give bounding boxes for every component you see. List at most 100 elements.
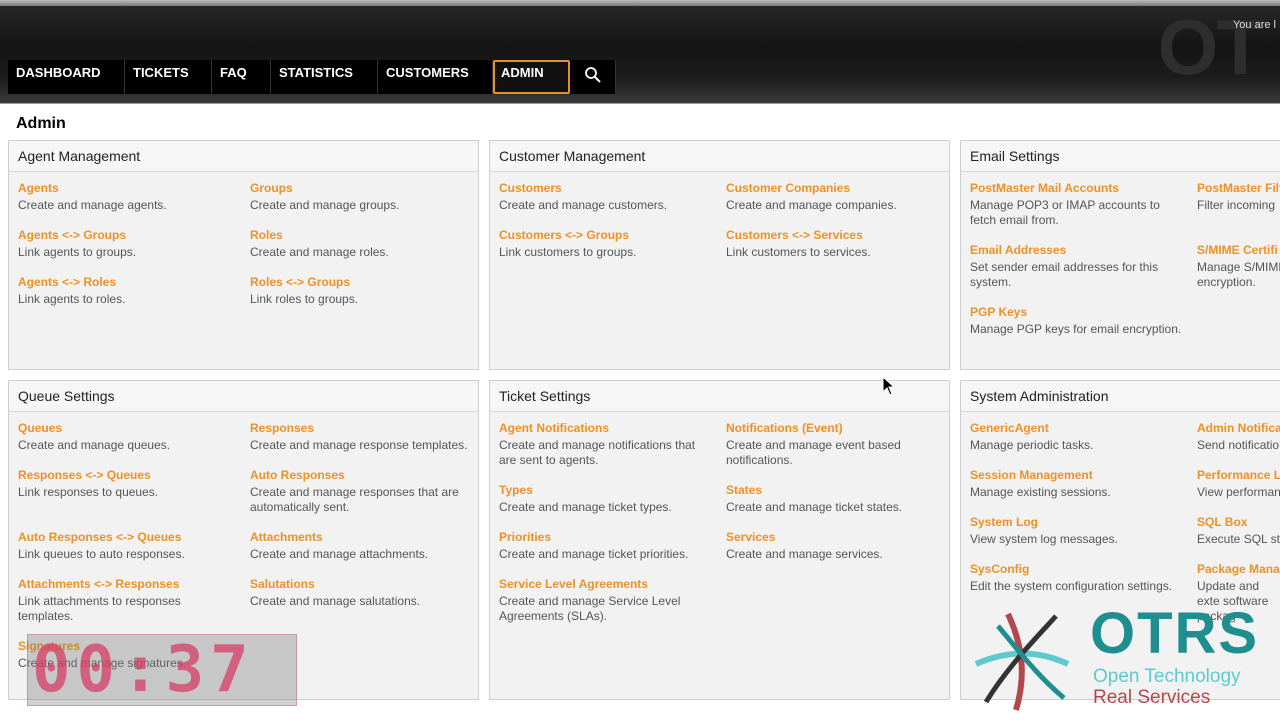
nav-search-button[interactable] bbox=[570, 60, 616, 94]
entry-description: Link customers to groups. bbox=[499, 245, 637, 259]
entry-description: Manage PGP keys for email encryption. bbox=[970, 322, 1182, 336]
entry-link[interactable]: Salutations bbox=[250, 577, 470, 592]
entry-link[interactable]: Agents <-> Roles bbox=[18, 275, 238, 290]
entry-description: Create and manage customers. bbox=[499, 198, 668, 212]
entry-link[interactable]: Attachments <-> Responses bbox=[18, 577, 238, 592]
page-title: Admin bbox=[16, 115, 66, 132]
nav-faq[interactable]: FAQ bbox=[212, 60, 271, 94]
entry-link[interactable]: Email Addresses bbox=[970, 243, 1175, 258]
entry-description: Link queues to auto responses. bbox=[18, 547, 185, 561]
entry-description: Create and manage groups. bbox=[250, 198, 400, 212]
entry-link[interactable]: Roles <-> Groups bbox=[250, 275, 470, 290]
entry-link[interactable]: SysConfig bbox=[970, 562, 1195, 577]
entry-description: Link agents to roles. bbox=[18, 292, 126, 306]
entry-link[interactable]: Agent Notifications bbox=[499, 421, 709, 436]
nav-admin[interactable]: ADMIN bbox=[493, 60, 570, 94]
entry-link[interactable]: Groups bbox=[250, 181, 470, 196]
main-nav: DASHBOARD TICKETS FAQ STATISTICS CUSTOME… bbox=[8, 60, 616, 94]
admin-entry-agent-notifications: Agent Notifications Create and manage not… bbox=[499, 421, 709, 468]
entry-link[interactable]: Performance L bbox=[1197, 468, 1280, 483]
entry-link[interactable]: Attachments bbox=[250, 530, 470, 545]
admin-entry-customers-services: Customers <-> Services Link customers to … bbox=[726, 228, 946, 260]
admin-entry-auto-responses-queues: Auto Responses <-> Queues Link queues to … bbox=[18, 530, 238, 562]
admin-entry-auto-responses: Auto Responses Create and manage response… bbox=[250, 468, 470, 515]
admin-entry-agents-groups: Agents <-> Groups Link agents to groups. bbox=[18, 228, 238, 260]
nav-tickets[interactable]: TICKETS bbox=[125, 60, 212, 94]
entry-link[interactable]: System Log bbox=[970, 515, 1190, 530]
panel-title: Email Settings bbox=[961, 141, 1280, 172]
entry-link[interactable]: Queues bbox=[18, 421, 238, 436]
entry-description: Manage existing sessions. bbox=[970, 485, 1111, 499]
nav-customers[interactable]: CUSTOMERS bbox=[378, 60, 493, 94]
admin-entry-responses-queues: Responses <-> Queues Link responses to qu… bbox=[18, 468, 238, 500]
entry-link[interactable]: GenericAgent bbox=[970, 421, 1190, 436]
entry-link[interactable]: SQL Box bbox=[1197, 515, 1280, 530]
entry-link[interactable]: Customers <-> Groups bbox=[499, 228, 719, 243]
window-top-edge bbox=[0, 0, 1280, 6]
entry-link[interactable]: States bbox=[726, 483, 946, 498]
entry-description: Create and manage notifications that are… bbox=[499, 438, 696, 467]
otrs-logo-mark-icon bbox=[974, 612, 1070, 711]
admin-entry-attachments: Attachments Create and manage attachments… bbox=[250, 530, 470, 562]
admin-entry-roles: Roles Create and manage roles. bbox=[250, 228, 470, 260]
admin-entry-roles-groups: Roles <-> Groups Link roles to groups. bbox=[250, 275, 470, 307]
panel-title: Agent Management bbox=[9, 141, 478, 172]
entry-description: Create and manage event based notificati… bbox=[726, 438, 901, 467]
entry-link[interactable]: Responses bbox=[250, 421, 470, 436]
entry-link[interactable]: PostMaster Mail Accounts bbox=[970, 181, 1175, 196]
entry-link[interactable]: Admin Notifica bbox=[1197, 421, 1280, 436]
panel-title: Queue Settings bbox=[9, 381, 478, 412]
nav-statistics[interactable]: STATISTICS bbox=[271, 60, 378, 94]
entry-link[interactable]: Services bbox=[726, 530, 946, 545]
mouse-pointer-icon bbox=[882, 376, 896, 396]
entry-link[interactable]: PGP Keys bbox=[970, 305, 1200, 320]
entry-description: Link agents to groups. bbox=[18, 245, 137, 259]
entry-link[interactable]: PostMaster Filt bbox=[1197, 181, 1280, 196]
entry-link[interactable]: Agents bbox=[18, 181, 238, 196]
entry-link[interactable]: S/MIME Certifi bbox=[1197, 243, 1280, 258]
user-status-text: You are l bbox=[1232, 19, 1276, 31]
entry-link[interactable]: Customers bbox=[499, 181, 719, 196]
otrs-logo: OTRS Open Technology Real Services bbox=[968, 600, 1280, 720]
entry-description: Create and manage Service Level Agreemen… bbox=[499, 594, 681, 623]
admin-entry-services: Services Create and manage services. bbox=[726, 530, 946, 562]
entry-link[interactable]: Auto Responses <-> Queues bbox=[18, 530, 238, 545]
admin-entry-groups: Groups Create and manage groups. bbox=[250, 181, 470, 213]
entry-link[interactable]: Session Management bbox=[970, 468, 1190, 483]
entry-description: Link roles to groups. bbox=[250, 292, 359, 306]
entry-link[interactable]: Types bbox=[499, 483, 719, 498]
entry-description: Edit the system configuration settings. bbox=[970, 579, 1173, 593]
admin-entry-agents-roles: Agents <-> Roles Link agents to roles. bbox=[18, 275, 238, 307]
entry-description: Manage POP3 or IMAP accounts to fetch em… bbox=[970, 198, 1160, 227]
entry-link[interactable]: Customer Companies bbox=[726, 181, 946, 196]
admin-entry-postmaster-filters: PostMaster Filt Filter incoming bbox=[1197, 181, 1280, 213]
entry-link[interactable]: Package Mana bbox=[1197, 562, 1280, 577]
admin-entry-smime-certificates: S/MIME Certifi Manage S/MIME encryption. bbox=[1197, 243, 1280, 290]
entry-description: Create and manage services. bbox=[726, 547, 883, 561]
admin-entry-postmaster-mail-accounts: PostMaster Mail Accounts Manage POP3 or I… bbox=[970, 181, 1175, 228]
entry-link[interactable]: Notifications (Event) bbox=[726, 421, 936, 436]
panel-title: System Administration bbox=[961, 381, 1280, 412]
panel-agent-management: Agent Management Agents Create and manage… bbox=[8, 140, 479, 370]
nav-dashboard[interactable]: DASHBOARD bbox=[8, 60, 125, 94]
entry-description: Set sender email addresses for this syst… bbox=[970, 260, 1159, 289]
entry-description: Create and manage agents. bbox=[18, 198, 167, 212]
entry-link[interactable]: Responses <-> Queues bbox=[18, 468, 238, 483]
entry-link[interactable]: Customers <-> Services bbox=[726, 228, 946, 243]
entry-description: Manage S/MIME encryption. bbox=[1197, 260, 1280, 289]
entry-description: Filter incoming bbox=[1197, 198, 1276, 212]
entry-description: Execute SQL sta bbox=[1197, 532, 1280, 546]
otrs-logo-tagline-2: Real Services bbox=[1093, 687, 1211, 708]
entry-link[interactable]: Priorities bbox=[499, 530, 719, 545]
entry-description: Create and manage ticket types. bbox=[499, 500, 672, 514]
entry-description: Link attachments to responses templates. bbox=[18, 594, 181, 623]
entry-link[interactable]: Roles bbox=[250, 228, 470, 243]
entry-link[interactable]: Auto Responses bbox=[250, 468, 470, 483]
otrs-logo-tagline-1: Open Technology bbox=[1093, 666, 1241, 687]
entry-link[interactable]: Service Level Agreements bbox=[499, 577, 699, 592]
admin-entry-system-log: System Log View system log messages. bbox=[970, 515, 1190, 547]
entry-description: Create and manage attachments. bbox=[250, 547, 429, 561]
entry-description: Create and manage companies. bbox=[726, 198, 897, 212]
entry-link[interactable]: Agents <-> Groups bbox=[18, 228, 238, 243]
video-timer-overlay: 00:37 bbox=[27, 634, 297, 706]
